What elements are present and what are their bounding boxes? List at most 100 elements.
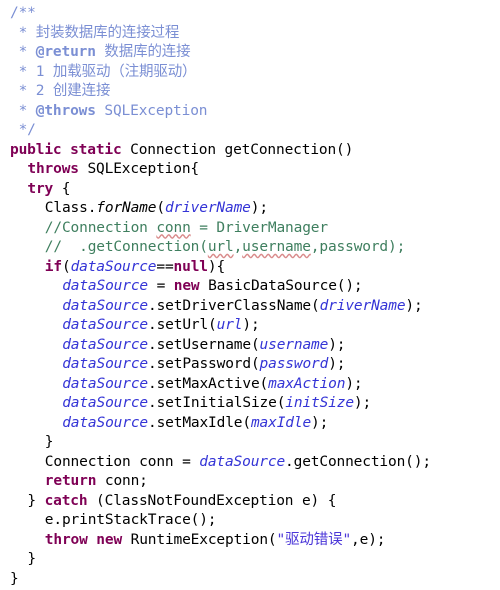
code-token-default: .setMaxActive( [148,375,269,392]
code-token-keyword: throws [27,161,79,177]
code-token-default: (ClassNotFoundException e) { [87,492,337,509]
code-token-default: } [27,551,36,567]
code-token-field: dataSource [62,336,148,353]
code-token-default: BasicDataSource(); [199,278,363,294]
code-line[interactable]: Class.forName(driverName); [2,199,500,219]
code-token-default: .setInitialSize( [148,395,286,411]
code-token-field: username [259,336,329,353]
code-line[interactable]: /** [2,4,500,24]
code-line[interactable]: //Connection conn = DriverManager [2,219,500,239]
code-token-comment: , [233,239,243,255]
code-token-doc: 封装数据库的连接过程 [35,24,180,41]
code-token-field: dataSource [62,356,148,372]
code-line[interactable]: } [2,570,500,590]
code-token-default: == [156,258,174,275]
code-token-comment: username [242,239,311,255]
code-token-default: ( [61,258,71,275]
code-line[interactable]: dataSource.setMaxActive(maxAction); [2,375,500,395]
code-token-comment: ,password); [310,239,406,255]
code-token-default: } [27,492,45,509]
code-token-default [88,532,97,548]
code-token-field: maxAction [268,375,346,392]
code-token-keyword: try [27,180,54,197]
code-token-field: dataSource [62,375,148,392]
code-token-doc: * [10,83,36,99]
code-token-field: dataSource [62,317,148,333]
code-token-doc: * [10,24,36,41]
code-token-default: .setUrl( [148,317,217,333]
code-line[interactable]: } [2,433,500,453]
code-line[interactable]: dataSource.setUrl(url); [2,316,500,336]
code-token-default: ); [311,414,329,431]
code-line[interactable]: // .getConnection(url,username,password)… [2,238,500,258]
code-token-default: ( [156,200,165,216]
code-token-default: ); [353,395,372,411]
code-token-keyword: return [44,473,97,489]
code-token-field: password [259,356,329,372]
code-token-default: } [44,434,54,450]
code-line[interactable]: * 1 加载驱动（注期驱动） [2,63,500,83]
code-token-keyword: catch [44,492,88,509]
code-token-field: maxIdle [250,414,312,431]
code-token-keyword: if [44,258,62,275]
code-token-doc: 数据库的连接 [95,44,191,60]
code-token-comment: url [207,239,234,255]
code-line[interactable]: dataSource = new BasicDataSource(); [2,277,500,297]
code-token-field: url [216,317,243,333]
code-token-default: { [53,180,71,197]
code-token-default: Connection conn = [44,453,200,470]
code-token-doc: * [10,102,36,119]
code-line[interactable]: public static Connection getConnection() [2,141,500,161]
code-token-default: conn; [96,473,148,489]
code-editor-viewport[interactable]: /** * 封装数据库的连接过程 * @return 数据库的连接 * 1 加载… [0,0,500,590]
code-token-doc: */ [10,122,36,138]
code-token-default: Class. [44,200,97,216]
code-token-default: .setDriverClassName( [148,297,320,314]
code-token-default [61,142,70,158]
code-token-doc: * [10,63,36,80]
code-line[interactable]: } [2,550,500,570]
code-token-keyword: new [96,531,123,548]
code-token-doc: 1 加载驱动（注期驱动） [35,63,197,80]
code-line[interactable]: dataSource.setDriverClassName(driverName… [2,297,500,317]
code-line[interactable]: * 2 创建连接 [2,82,500,102]
code-line[interactable]: e.printStackTrace(); [2,511,500,531]
code-token-default: Connection getConnection() [121,141,354,158]
code-line[interactable]: return conn; [2,472,500,492]
code-token-field: dataSource [62,414,148,431]
code-line[interactable]: * @return 数据库的连接 [2,43,500,63]
code-token-doc: SQLException [95,102,208,119]
code-token-doctag: @return [35,44,96,60]
code-token-comment: conn [156,219,191,236]
code-line[interactable]: } catch (ClassNotFoundException e) { [2,492,500,512]
code-token-default: .getConnection(); [285,453,431,470]
code-token-string: "驱动错误" [276,531,352,548]
code-line[interactable]: * 封装数据库的连接过程 [2,24,500,44]
code-token-keyword: static [70,141,122,158]
code-line[interactable]: * @throws SQLException [2,102,500,122]
code-token-comment: = DriverManager [190,219,328,236]
code-token-field: driverName [319,297,406,314]
code-token-field: initSize [285,395,354,411]
code-token-keyword: new [173,278,200,294]
code-token-keyword: null [173,258,208,275]
code-line[interactable]: throws SQLException{ [2,160,500,180]
code-line[interactable]: dataSource.setPassword(password); [2,355,500,375]
code-line[interactable]: if(dataSource==null){ [2,258,500,278]
code-token-doc: * [10,44,36,60]
code-line[interactable]: try { [2,180,500,200]
code-line[interactable]: Connection conn = dataSource.getConnecti… [2,453,500,473]
code-token-default: ); [242,317,260,333]
code-token-comment: //Connection [44,219,157,236]
code-token-field: dataSource [62,395,148,411]
code-line[interactable]: dataSource.setUsername(username); [2,336,500,356]
code-line[interactable]: dataSource.setInitialSize(initSize); [2,394,500,414]
code-token-default: ); [328,336,346,353]
code-line[interactable]: dataSource.setMaxIdle(maxIdle); [2,414,500,434]
code-lines-container: /** * 封装数据库的连接过程 * @return 数据库的连接 * 1 加载… [2,4,500,589]
code-line[interactable]: throw new RuntimeException("驱动错误",e); [2,531,500,551]
code-token-field: dataSource [62,297,148,314]
code-line[interactable]: */ [2,121,500,141]
code-token-default: RuntimeException( [122,531,277,548]
code-token-comment: // .getConnection( [44,239,208,255]
